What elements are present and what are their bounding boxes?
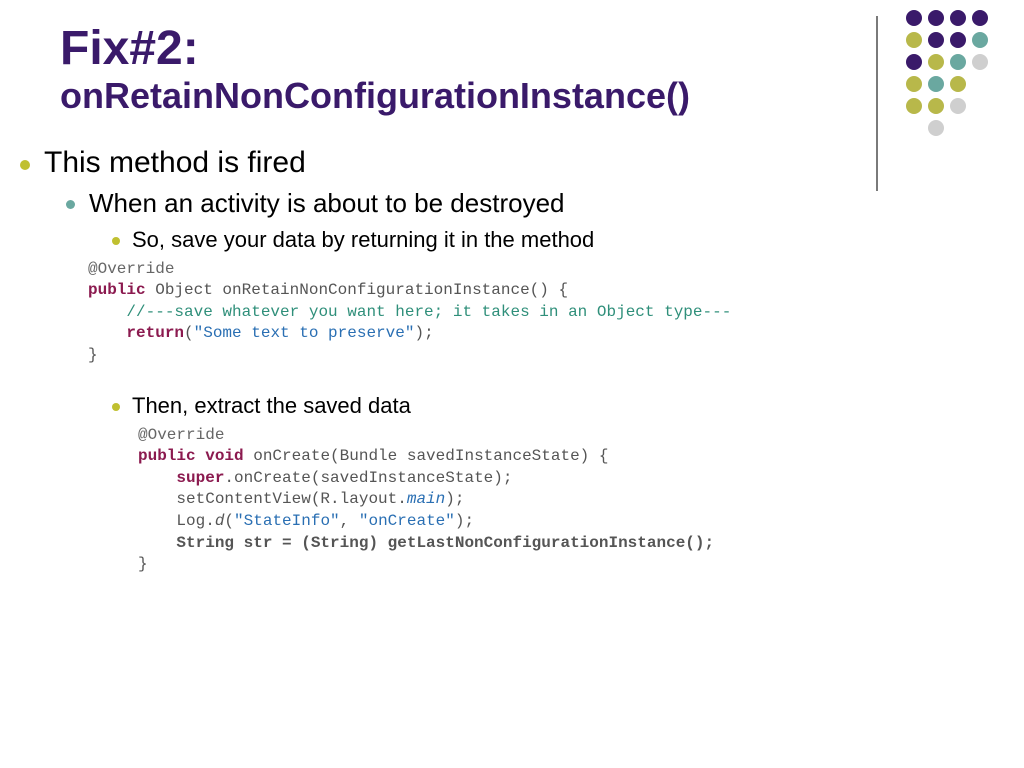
decor-dot-icon bbox=[950, 76, 966, 92]
bullet-level-2: When an activity is about to be destroye… bbox=[66, 188, 1004, 219]
bullet-level-1: This method is fired bbox=[20, 146, 1004, 180]
bullet-dot-icon bbox=[66, 200, 75, 209]
code-token: String str = (String) getLastNonConfigur… bbox=[138, 534, 714, 552]
decor-dot-icon bbox=[972, 10, 988, 26]
decor-dot-icon bbox=[906, 120, 922, 136]
code-token: ( bbox=[224, 512, 234, 530]
decor-dot-icon bbox=[906, 98, 922, 114]
decor-dot-icon bbox=[972, 32, 988, 48]
bullet-text: So, save your data by returning it in th… bbox=[132, 227, 594, 253]
code-token: onCreate(Bundle savedInstanceState) { bbox=[244, 447, 609, 465]
slide: Fix#2: onRetainNonConfigurationInstance(… bbox=[0, 0, 1024, 622]
decor-dot-icon bbox=[928, 120, 944, 136]
code-token: , bbox=[340, 512, 359, 530]
code-token: } bbox=[88, 346, 98, 364]
decor-dot-icon bbox=[906, 54, 922, 70]
decor-dot-icon bbox=[972, 98, 988, 114]
bullet-dot-icon bbox=[112, 403, 120, 411]
slide-body: This method is fired When an activity is… bbox=[20, 146, 1004, 576]
title-line-1: Fix#2: bbox=[60, 24, 1004, 74]
code-token: "StateInfo" bbox=[234, 512, 340, 530]
bullet-text: Then, extract the saved data bbox=[132, 393, 411, 419]
bullet-level-3: Then, extract the saved data bbox=[112, 393, 1004, 419]
decor-dot-icon bbox=[928, 32, 944, 48]
decor-dot-icon bbox=[950, 98, 966, 114]
decor-dot-icon bbox=[972, 54, 988, 70]
decor-dot-icon bbox=[972, 76, 988, 92]
decor-dot-icon bbox=[928, 10, 944, 26]
decor-dot-grid bbox=[906, 10, 988, 136]
code-token: void bbox=[196, 447, 244, 465]
bullet-text: When an activity is about to be destroye… bbox=[89, 188, 565, 219]
slide-title: Fix#2: onRetainNonConfigurationInstance(… bbox=[60, 24, 1004, 118]
code-token: main bbox=[407, 490, 445, 508]
code-block-2: @Override public void onCreate(Bundle sa… bbox=[138, 425, 1004, 576]
code-token: public bbox=[138, 447, 196, 465]
decor-dot-icon bbox=[928, 98, 944, 114]
decor-dot-icon bbox=[950, 54, 966, 70]
corner-decoration bbox=[876, 10, 988, 191]
bullet-dot-icon bbox=[112, 237, 120, 245]
code-block-1: @Override public Object onRetainNonConfi… bbox=[88, 259, 1004, 367]
bullet-text: This method is fired bbox=[44, 146, 306, 180]
code-token: @Override bbox=[88, 260, 174, 278]
decor-dot-icon bbox=[950, 10, 966, 26]
code-token: setContentView(R.layout. bbox=[138, 490, 407, 508]
code-token: Object onRetainNonConfigurationInstance(… bbox=[146, 281, 568, 299]
decor-dot-icon bbox=[950, 120, 966, 136]
code-token: return bbox=[88, 324, 184, 342]
code-token: ( bbox=[184, 324, 194, 342]
title-line-2: onRetainNonConfigurationInstance() bbox=[60, 74, 1004, 117]
decor-dot-icon bbox=[950, 32, 966, 48]
code-token: Log. bbox=[138, 512, 215, 530]
decor-dot-icon bbox=[906, 76, 922, 92]
code-token: ); bbox=[455, 512, 474, 530]
decor-dot-icon bbox=[972, 120, 988, 136]
code-token: @Override bbox=[138, 426, 224, 444]
code-token: "onCreate" bbox=[359, 512, 455, 530]
code-token: //---save whatever you want here; it tak… bbox=[88, 303, 731, 321]
code-token: d bbox=[215, 512, 225, 530]
code-token: ); bbox=[445, 490, 464, 508]
code-token: } bbox=[138, 555, 148, 573]
code-token: public bbox=[88, 281, 146, 299]
bullet-level-3: So, save your data by returning it in th… bbox=[112, 227, 1004, 253]
decor-divider bbox=[876, 16, 878, 191]
decor-dot-icon bbox=[928, 76, 944, 92]
code-token: super bbox=[138, 469, 224, 487]
decor-dot-icon bbox=[906, 10, 922, 26]
code-token: .onCreate(savedInstanceState); bbox=[224, 469, 512, 487]
code-token: "Some text to preserve" bbox=[194, 324, 415, 342]
code-token: ); bbox=[414, 324, 433, 342]
bullet-dot-icon bbox=[20, 160, 30, 170]
decor-dot-icon bbox=[928, 54, 944, 70]
decor-dot-icon bbox=[906, 32, 922, 48]
